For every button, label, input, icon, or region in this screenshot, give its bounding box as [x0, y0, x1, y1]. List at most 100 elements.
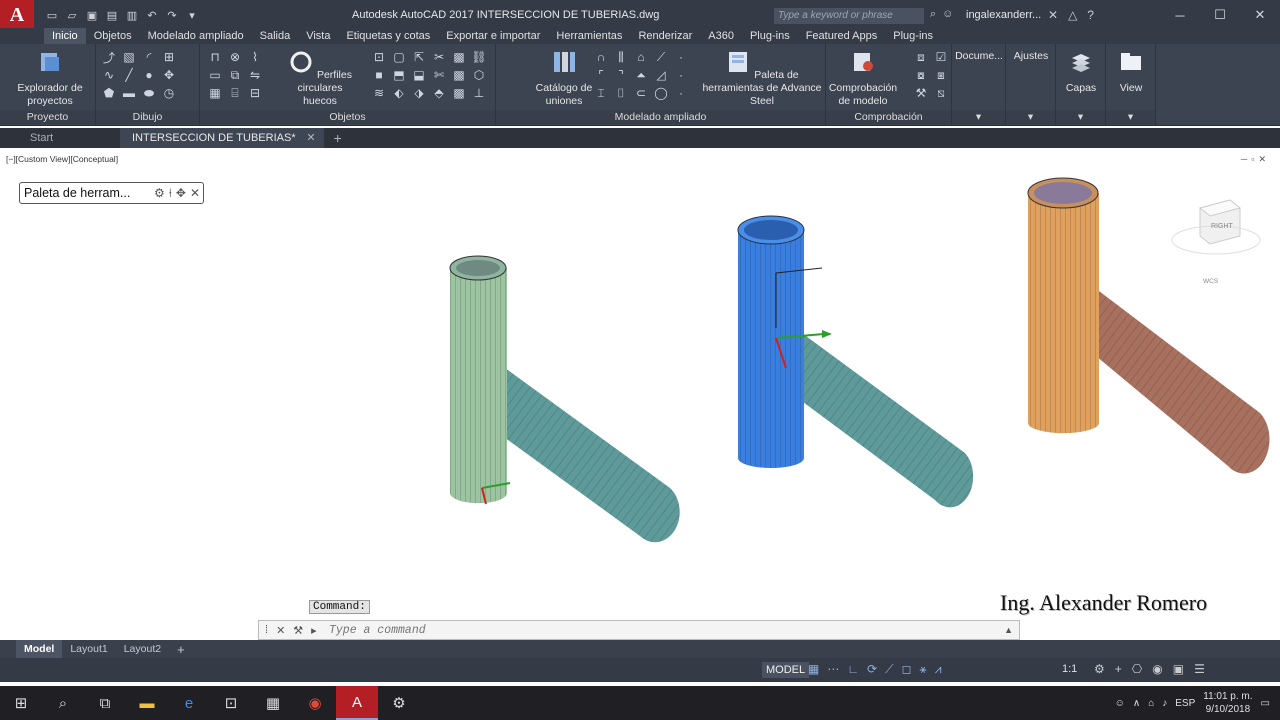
store-icon[interactable]: ⊡	[210, 686, 252, 720]
palette-pin-icon[interactable]: ⍿	[169, 186, 172, 201]
model-check-button[interactable]: Comprobación de modelo	[826, 50, 900, 108]
beam-icon[interactable]: ⊓	[208, 50, 222, 64]
tool-palette-button[interactable]: Paleta de herramientas de Advance Steel	[698, 50, 826, 108]
view-button[interactable]: View	[1108, 50, 1154, 95]
model-space-button[interactable]: MODEL	[762, 662, 810, 678]
ramp-icon[interactable]: ◿	[654, 68, 668, 82]
command-grip-icon[interactable]: ⁞	[265, 624, 268, 637]
snap-toggle-icon[interactable]: ⋯	[827, 662, 839, 677]
documents-button[interactable]: Docume...	[954, 50, 1004, 63]
numbering-icon[interactable]: ⧇	[914, 68, 928, 82]
line-icon[interactable]: ╱	[122, 68, 136, 82]
marks-icon[interactable]: ⧆	[934, 68, 948, 82]
brace-icon[interactable]: ⟋	[654, 50, 668, 64]
stay-connected-icon[interactable]: △	[1068, 8, 1077, 22]
arch-icon[interactable]: ∩	[594, 50, 608, 64]
exchange-icon[interactable]: ✕	[1048, 8, 1058, 22]
isodraft-icon[interactable]: ⟋	[885, 662, 893, 677]
verify-icon[interactable]: ⧅	[934, 86, 948, 100]
help-icon[interactable]: ?	[1087, 8, 1094, 22]
add-layout-icon[interactable]: +	[169, 642, 193, 657]
arc-icon[interactable]: ◜	[142, 50, 156, 64]
bolt-icon[interactable]: ⊗	[228, 50, 242, 64]
roof-icon[interactable]: ⏶	[634, 68, 648, 82]
plot-icon[interactable]: ▥	[124, 7, 140, 23]
new-tab-icon[interactable]: +	[324, 130, 352, 146]
people-icon[interactable]: ☺	[1115, 698, 1125, 709]
joint-catalog-button[interactable]: Catálogo de uniones	[534, 50, 594, 108]
collision-icon[interactable]: ⧈	[914, 50, 928, 64]
isolate-icon[interactable]: ⎔	[1132, 662, 1142, 676]
move-icon[interactable]: ✥	[162, 68, 176, 82]
wcs-menu[interactable]: WCS	[1203, 278, 1218, 285]
maximize-icon[interactable]: ☐	[1200, 0, 1240, 30]
pipe-assembly-2[interactable]	[737, 215, 974, 508]
grid-toggle-icon[interactable]: ▦	[808, 662, 819, 677]
dot3-icon[interactable]: ·	[674, 86, 688, 100]
stair-icon[interactable]: ⌸	[228, 86, 242, 100]
tab-intersection-drawing[interactable]: INTERSECCION DE TUBERIAS* ✕	[120, 128, 324, 148]
rotate-icon[interactable]: ◷	[162, 86, 176, 100]
tool-palette-window[interactable]: Paleta de herram... ⚙ ⍿ ✥ ✕	[19, 182, 204, 204]
polar-icon[interactable]: ⟳	[867, 662, 877, 677]
link-icon[interactable]: ⛓	[471, 50, 486, 64]
mesh3-icon[interactable]: ▩	[452, 86, 466, 100]
input-language[interactable]: ESP	[1175, 698, 1195, 709]
ortho-icon[interactable]: ∟	[847, 662, 859, 677]
tab-salida[interactable]: Salida	[252, 28, 299, 44]
mesh-icon[interactable]: ▩	[452, 50, 466, 64]
anchor-icon[interactable]: ⊥	[472, 86, 486, 100]
tab-start[interactable]: Start	[0, 128, 120, 148]
viewport-window-controls[interactable]: ─▫✕	[1241, 154, 1270, 165]
viewcube-face-label[interactable]: RIGHT	[1211, 223, 1233, 230]
rail-icon[interactable]: ≋	[372, 86, 386, 100]
tab-a360[interactable]: A360	[700, 28, 742, 44]
command-close-icon[interactable]: ✕	[276, 624, 285, 637]
show-hidden-icon[interactable]: ∧	[1133, 698, 1140, 709]
stamp-icon[interactable]: ⬡	[472, 68, 486, 82]
network-icon[interactable]: ⌂	[1148, 698, 1154, 709]
command-history-icon[interactable]: ▲	[1004, 625, 1013, 635]
clean-screen-icon[interactable]: ▣	[1173, 662, 1184, 676]
tab-modelado-ampliado[interactable]: Modelado ampliado	[140, 28, 252, 44]
audit-icon[interactable]: ☑	[934, 50, 948, 64]
tab-objetos[interactable]: Objetos	[86, 28, 140, 44]
command-prompt-icon[interactable]: ▸	[311, 624, 317, 637]
grid-icon[interactable]: ⊞	[162, 50, 176, 64]
cut-icon[interactable]: ✂	[432, 50, 446, 64]
ring-icon[interactable]: ◯	[654, 86, 668, 100]
annotation-scale[interactable]: 1:1	[1062, 663, 1077, 675]
plus-icon[interactable]: +	[1115, 662, 1122, 676]
task-view-icon[interactable]: ⧉	[84, 686, 126, 720]
file-explorer-icon[interactable]: ▬	[126, 686, 168, 720]
rectangle-icon[interactable]: ▬	[122, 86, 136, 100]
circular-profiles-button[interactable]: Perfiles circulares huecos	[280, 50, 360, 108]
tab-plugins[interactable]: Plug-ins	[742, 28, 798, 44]
clock[interactable]: 11:01 p. m. 9/10/2018	[1203, 690, 1252, 716]
notch-icon[interactable]: ⬓	[412, 68, 426, 82]
notifications-icon[interactable]: ▭	[1261, 698, 1270, 709]
section-icon[interactable]: ⊡	[372, 50, 386, 64]
project-explorer-button[interactable]: Explorador de proyectos	[12, 50, 88, 108]
object-snap-icon[interactable]: ◻	[902, 662, 912, 677]
pipe-assembly-1[interactable]	[449, 255, 680, 543]
angle2-icon[interactable]: ⌝	[614, 68, 628, 82]
annotation-icon[interactable]: ⩘	[935, 662, 942, 677]
fold-icon[interactable]: ⬒	[392, 68, 406, 82]
windows-start-icon[interactable]: ⊞	[0, 686, 42, 720]
palette-settings-icon[interactable]: ⚙	[154, 186, 165, 201]
autocad-taskbar-icon[interactable]: A	[336, 686, 378, 720]
beam2-icon[interactable]: ⌶	[594, 86, 608, 100]
chrome-icon[interactable]: ◉	[294, 686, 336, 720]
search-icon[interactable]: ⌕	[42, 686, 84, 720]
palette-close-icon[interactable]: ✕	[190, 186, 200, 201]
open-icon[interactable]: ▱	[64, 7, 80, 23]
user-account[interactable]: ingalexanderr...	[966, 9, 1041, 21]
polyline-icon[interactable]: ⤴	[102, 50, 116, 65]
plate-white-icon[interactable]: ▢	[392, 50, 406, 64]
dynamic-ucs-icon[interactable]: ⚹	[920, 662, 927, 677]
angle-icon[interactable]: ⌜	[594, 68, 608, 82]
tab-vista[interactable]: Vista	[298, 28, 338, 44]
copy-icon[interactable]: ⧉	[228, 68, 242, 82]
weld-icon[interactable]: ⌇	[248, 50, 262, 64]
